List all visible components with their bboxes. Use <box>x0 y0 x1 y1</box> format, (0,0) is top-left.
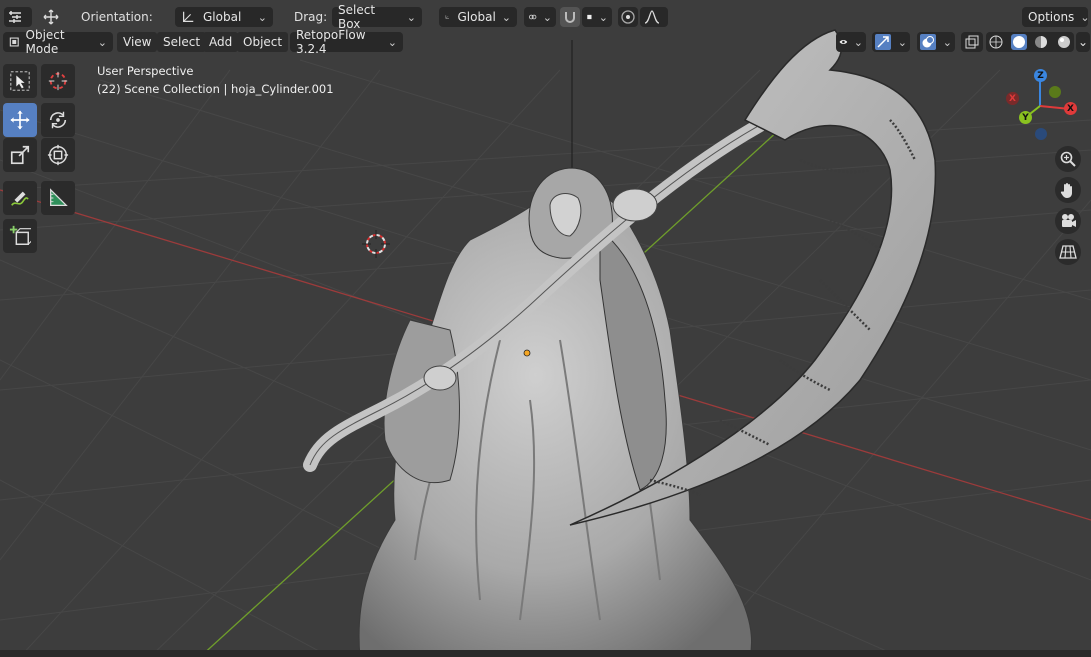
tool-settings-bar: Orientation: Global Drag: Select Box Glo… <box>0 3 1091 31</box>
shading-options-dropdown[interactable]: ⌄ <box>1076 32 1090 52</box>
zoom-icon <box>1060 151 1076 167</box>
zoom-button[interactable] <box>1055 146 1081 172</box>
transform-tool[interactable] <box>41 138 75 172</box>
gizmo-neg-x-axis[interactable]: X <box>1006 92 1019 105</box>
rotate-tool[interactable] <box>41 103 75 137</box>
material-shading-icon[interactable] <box>1033 34 1049 50</box>
drag-dropdown[interactable]: Select Box <box>332 3 422 31</box>
perspective-label: User Perspective <box>97 64 194 78</box>
global-axes-icon <box>183 11 194 22</box>
measure-icon <box>50 188 68 206</box>
add-cube-tool[interactable] <box>3 219 37 253</box>
scale-tool[interactable] <box>3 138 37 172</box>
gizmo-icon <box>875 34 891 50</box>
select-box-icon <box>10 71 30 91</box>
pivot-orientation-dropdown[interactable]: Global <box>439 7 517 27</box>
gizmo-z-axis[interactable]: Z <box>1034 69 1047 82</box>
snap-toggle[interactable] <box>560 7 580 27</box>
menu-select-label: Select <box>163 35 201 49</box>
drag-label: Drag: <box>294 10 328 24</box>
add-cube-icon <box>9 225 31 245</box>
eye-icon <box>839 39 848 45</box>
mode-dropdown[interactable]: Object Mode <box>3 28 113 56</box>
annotate-tool[interactable] <box>3 181 37 215</box>
options-dropdown[interactable]: Options <box>1022 7 1088 27</box>
gizmo-y-axis[interactable]: Y <box>1019 111 1032 124</box>
proportional-edit-icon <box>621 10 635 24</box>
menu-select[interactable]: Select <box>157 32 207 52</box>
collection-label: (22) Scene Collection | hoja_Cylinder.00… <box>97 82 334 96</box>
menu-add-label: Add <box>209 35 233 49</box>
move-arrows-icon <box>43 9 59 25</box>
camera-view-button[interactable] <box>1055 208 1081 234</box>
viewport-header: Object Mode View Select Add Object Retop… <box>0 28 1091 56</box>
upper-hand <box>612 188 658 222</box>
falloff-curve-icon <box>644 10 660 24</box>
solid-shading-icon[interactable] <box>1010 34 1027 50</box>
scale-icon <box>10 145 30 165</box>
pivot-point-dropdown[interactable] <box>524 7 556 27</box>
gizmo-x-axis[interactable]: X <box>1064 102 1077 115</box>
move-icon <box>10 110 30 130</box>
wireframe-shading-icon[interactable] <box>988 34 1004 50</box>
pan-button[interactable] <box>1055 177 1081 203</box>
cursor-icon <box>48 71 68 91</box>
transform-icon <box>47 144 69 166</box>
overlays-dropdown[interactable] <box>917 32 955 52</box>
snap-increment-icon <box>587 14 592 20</box>
object-mode-icon <box>9 37 19 47</box>
xray-icon <box>965 35 979 49</box>
drag-value: Select Box <box>338 3 376 31</box>
gizmo-dropdown[interactable] <box>872 32 910 52</box>
tool-options-icon <box>9 11 21 23</box>
link-icon <box>528 14 537 20</box>
mode-value: Object Mode <box>25 28 65 56</box>
retopoflow-value: RetopoFlow 3.2.4 <box>296 28 366 56</box>
rotate-icon <box>49 111 67 129</box>
menu-object[interactable]: Object <box>237 32 289 52</box>
visibility-dropdown[interactable] <box>836 32 866 52</box>
orientation-label: Orientation: <box>81 10 153 24</box>
tool-icon-dropdown[interactable] <box>4 7 32 27</box>
hand-icon <box>1060 183 1072 198</box>
lower-hand <box>423 365 457 391</box>
bottom-panel-edge <box>0 650 1091 657</box>
menu-view-label: View <box>123 35 152 49</box>
shading-mode-group <box>986 32 1074 52</box>
orientation-value: Global <box>203 10 242 24</box>
orientation-dropdown[interactable]: Global <box>175 7 273 27</box>
viewport-3d[interactable] <box>0 0 1091 657</box>
pivot-value: Global <box>457 10 496 24</box>
cursor-tool[interactable] <box>41 64 75 98</box>
menu-view[interactable]: View <box>117 32 158 52</box>
menu-add[interactable]: Add <box>203 32 239 52</box>
transform-gizmo-toggle[interactable] <box>40 7 70 27</box>
xray-toggle[interactable] <box>961 32 983 52</box>
select-box-tool[interactable] <box>3 64 37 98</box>
move-tool[interactable] <box>3 103 37 137</box>
ortho-toggle-button[interactable] <box>1055 239 1081 265</box>
grid-view-icon <box>1059 245 1077 259</box>
rendered-shading-icon[interactable] <box>1056 34 1072 50</box>
snap-target-dropdown[interactable] <box>582 7 612 27</box>
retopoflow-dropdown[interactable]: RetopoFlow 3.2.4 <box>290 28 403 56</box>
options-label: Options <box>1028 10 1075 24</box>
camera-icon <box>1062 214 1076 227</box>
global-axes-icon <box>445 15 449 19</box>
proportional-editing-toggle[interactable] <box>618 7 638 27</box>
annotate-icon <box>11 191 29 206</box>
overlays-icon <box>920 34 936 50</box>
object-origin[interactable] <box>523 349 531 357</box>
falloff-dropdown[interactable] <box>640 7 668 27</box>
menu-object-label: Object <box>243 35 283 49</box>
snap-magnet-icon <box>565 12 575 23</box>
measure-tool[interactable] <box>41 181 75 215</box>
